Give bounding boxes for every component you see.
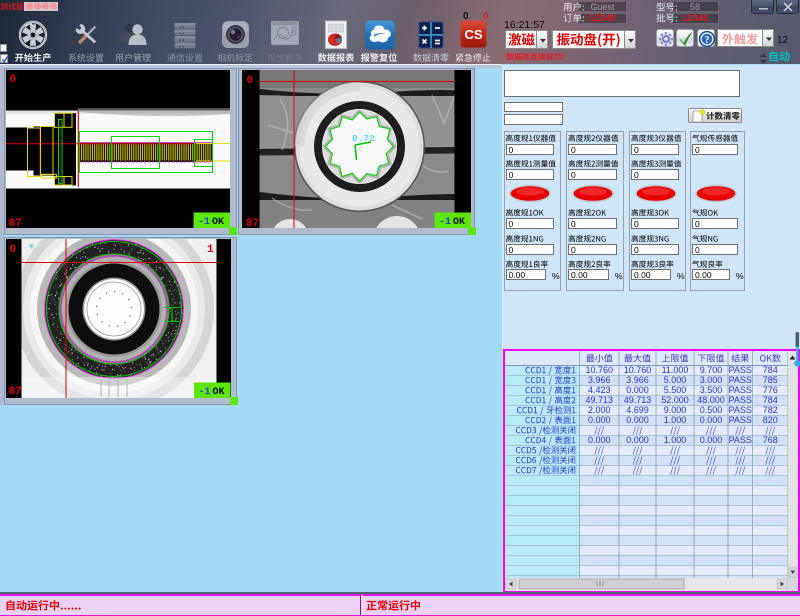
svg-text:-1: -1 <box>199 387 211 398</box>
svg-text:?: ? <box>704 35 709 46</box>
svg-text:87: 87 <box>9 386 22 398</box>
svg-text:0.72: 0.72 <box>352 133 375 144</box>
svg-text:87: 87 <box>246 218 259 228</box>
svg-text:0: 0 <box>10 244 17 256</box>
svg-text:-1: -1 <box>439 217 451 228</box>
svg-text:0: 0 <box>246 75 253 87</box>
svg-text:OK: OK <box>213 387 225 398</box>
svg-text:0: 0 <box>10 74 17 86</box>
svg-text:✳: ✳ <box>28 242 35 251</box>
svg-text:87: 87 <box>9 218 22 228</box>
svg-text:OK: OK <box>212 217 224 228</box>
svg-text:1: 1 <box>207 244 214 256</box>
svg-text:CS: CS <box>464 27 482 42</box>
svg-text:OK: OK <box>453 217 465 228</box>
svg-text:-1: -1 <box>198 217 210 228</box>
